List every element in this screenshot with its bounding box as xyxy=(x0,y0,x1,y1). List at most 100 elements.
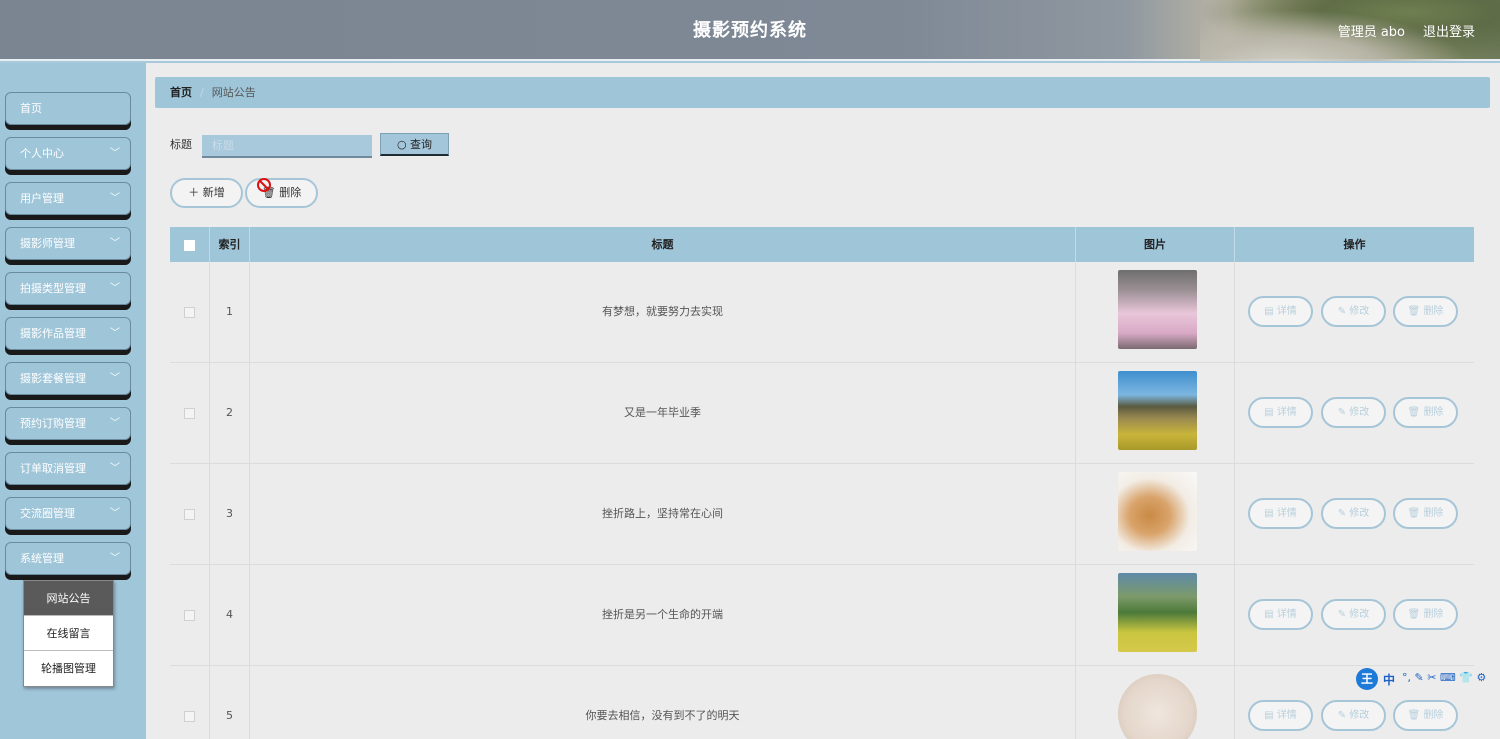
ime-tool-icons[interactable]: °, ✎ ✂ ⌨ 👕 ⚙ xyxy=(1402,671,1486,684)
detail-button[interactable]: ▤ 详情 xyxy=(1248,397,1313,428)
detail-button[interactable]: ▤ 详情 xyxy=(1248,700,1313,731)
sidebar-item-packages[interactable]: 摄影套餐管理 ﹀ xyxy=(5,362,131,395)
batch-delete-button[interactable]: 🗑 删除 xyxy=(245,178,318,208)
header-index: 索引 xyxy=(210,227,250,262)
detail-button[interactable]: ▤ 详情 xyxy=(1248,498,1313,529)
edit-label: 修改 xyxy=(1349,609,1370,620)
delete-label: 删除 xyxy=(1423,306,1444,317)
edit-button[interactable]: ✎ 修改 xyxy=(1321,498,1386,529)
row-image-girl-flower-field-photo xyxy=(1118,573,1197,652)
submenu-item-announcements[interactable]: 网站公告 xyxy=(24,581,113,616)
detail-button[interactable]: ▤ 详情 xyxy=(1248,296,1313,327)
header-actions: 操作 xyxy=(1343,238,1366,251)
sidebar-item-home[interactable]: 首页 xyxy=(5,92,131,125)
chevron-down-icon: ﹀ xyxy=(110,508,120,519)
document-icon: ▤ xyxy=(1264,407,1274,418)
sidebar-item-cancellations[interactable]: 订单取消管理 ﹀ xyxy=(5,452,131,485)
header-image: 图片 xyxy=(1076,227,1235,262)
row-select-cell xyxy=(170,363,210,463)
ime-mode-toggle[interactable]: 中 xyxy=(1383,671,1395,688)
select-all-checkbox[interactable] xyxy=(184,239,195,251)
chevron-down-icon: ﹀ xyxy=(110,283,120,294)
chevron-down-icon: ﹀ xyxy=(110,553,120,564)
row-checkbox[interactable] xyxy=(184,407,195,419)
add-button-label: 新增 xyxy=(202,186,225,199)
pencil-icon: ✎ xyxy=(1337,407,1347,418)
document-icon: ▤ xyxy=(1264,508,1274,519)
sidebar-item-label: 交流圈管理 xyxy=(20,507,75,520)
sidebar-item-works[interactable]: 摄影作品管理 ﹀ xyxy=(5,317,131,350)
search-button[interactable]: ○ 查询 xyxy=(380,133,449,156)
submenu-item-carousel[interactable]: 轮播图管理 xyxy=(24,651,113,686)
delete-button[interactable]: 🗑 删除 xyxy=(1393,700,1458,731)
logout-link[interactable]: 退出登录 xyxy=(1423,21,1475,40)
row-checkbox[interactable] xyxy=(184,508,195,520)
submenu-item-messages[interactable]: 在线留言 xyxy=(24,616,113,651)
sidebar-item-label: 系统管理 xyxy=(20,552,64,565)
delete-button[interactable]: 🗑 删除 xyxy=(1393,599,1458,630)
edit-label: 修改 xyxy=(1349,306,1370,317)
row-select-cell xyxy=(170,666,210,739)
breadcrumb: 首页 / 网站公告 xyxy=(155,77,1490,108)
table-row: 3 挫折路上，坚持常在心间 ▤ 详情 ✎ 修改 🗑 删除 xyxy=(170,464,1474,565)
add-button[interactable]: ＋ 新增 xyxy=(170,178,243,208)
delete-label: 删除 xyxy=(1423,407,1444,418)
pencil-icon: ✎ xyxy=(1337,609,1347,620)
ime-toolbar[interactable]: 王 中 °, ✎ ✂ ⌨ 👕 ⚙ xyxy=(1356,668,1500,692)
delete-button-label: 删除 xyxy=(279,186,302,199)
row-checkbox[interactable] xyxy=(184,306,195,318)
delete-button[interactable]: 🗑 删除 xyxy=(1393,296,1458,327)
search-button-label: 查询 xyxy=(410,138,433,151)
row-index: 2 xyxy=(210,363,250,463)
sidebar-item-personal-center[interactable]: 个人中心 ﹀ xyxy=(5,137,131,170)
edit-button[interactable]: ✎ 修改 xyxy=(1321,296,1386,327)
row-actions-cell: ▤ 详情 ✎ 修改 🗑 删除 xyxy=(1235,363,1474,463)
sidebar-item-label: 摄影作品管理 xyxy=(20,327,86,340)
edit-button[interactable]: ✎ 修改 xyxy=(1321,599,1386,630)
row-actions-cell: ▤ 详情 ✎ 修改 🗑 删除 xyxy=(1235,262,1474,362)
sidebar-item-community[interactable]: 交流圈管理 ﹀ xyxy=(5,497,131,530)
edit-label: 修改 xyxy=(1349,407,1370,418)
breadcrumb-current: 网站公告 xyxy=(211,86,256,99)
delete-button[interactable]: 🗑 删除 xyxy=(1393,397,1458,428)
select-all-cell xyxy=(170,227,210,262)
sidebar-item-label: 预约订购管理 xyxy=(20,417,86,430)
row-image-two-girls-hanfu-photo xyxy=(1118,270,1197,349)
header-title: 标题 xyxy=(250,227,1076,262)
trash-icon: 🗑 xyxy=(1407,306,1421,317)
trash-icon: 🗑 xyxy=(1407,710,1421,721)
table-row: 4 挫折是另一个生命的开端 ▤ 详情 ✎ 修改 🗑 删除 xyxy=(170,565,1474,666)
delete-label: 删除 xyxy=(1423,508,1444,519)
edit-button[interactable]: ✎ 修改 xyxy=(1321,700,1386,731)
row-image-cell xyxy=(1076,666,1235,739)
row-image-cell xyxy=(1076,363,1235,463)
row-select-cell xyxy=(170,262,210,362)
document-icon: ▤ xyxy=(1264,609,1274,620)
edit-button[interactable]: ✎ 修改 xyxy=(1321,397,1386,428)
sidebar-item-label: 摄影套餐管理 xyxy=(20,372,86,385)
trash-icon: 🗑 xyxy=(1407,508,1421,519)
chevron-down-icon: ﹀ xyxy=(110,328,120,339)
row-checkbox[interactable] xyxy=(184,609,195,621)
sidebar-item-bookings[interactable]: 预约订购管理 ﹀ xyxy=(5,407,131,440)
detail-button[interactable]: ▤ 详情 xyxy=(1248,599,1313,630)
search-input[interactable] xyxy=(202,135,372,158)
chevron-down-icon: ﹀ xyxy=(110,193,120,204)
row-checkbox[interactable] xyxy=(184,710,195,722)
detail-label: 详情 xyxy=(1276,407,1297,418)
edit-label: 修改 xyxy=(1349,508,1370,519)
sidebar-item-users[interactable]: 用户管理 ﹀ xyxy=(5,182,131,215)
table-row: 5 你要去相信，没有到不了的明天 ▤ 详情 ✎ 修改 🗑 删除 xyxy=(170,666,1474,739)
document-icon: ▤ xyxy=(1264,710,1274,721)
breadcrumb-home[interactable]: 首页 xyxy=(170,86,192,99)
delete-label: 删除 xyxy=(1423,710,1444,721)
plus-icon: ＋ xyxy=(188,186,200,199)
sidebar-item-system[interactable]: 系统管理 ﹀ xyxy=(5,542,131,575)
row-title: 有梦想，就要努力去实现 xyxy=(250,262,1076,362)
sidebar-item-shoot-types[interactable]: 拍摄类型管理 ﹀ xyxy=(5,272,131,305)
sidebar-item-photographers[interactable]: 摄影师管理 ﹀ xyxy=(5,227,131,260)
chevron-down-icon: ﹀ xyxy=(110,418,120,429)
row-index: 1 xyxy=(210,262,250,362)
delete-button[interactable]: 🗑 删除 xyxy=(1393,498,1458,529)
row-title: 你要去相信，没有到不了的明天 xyxy=(250,666,1076,739)
